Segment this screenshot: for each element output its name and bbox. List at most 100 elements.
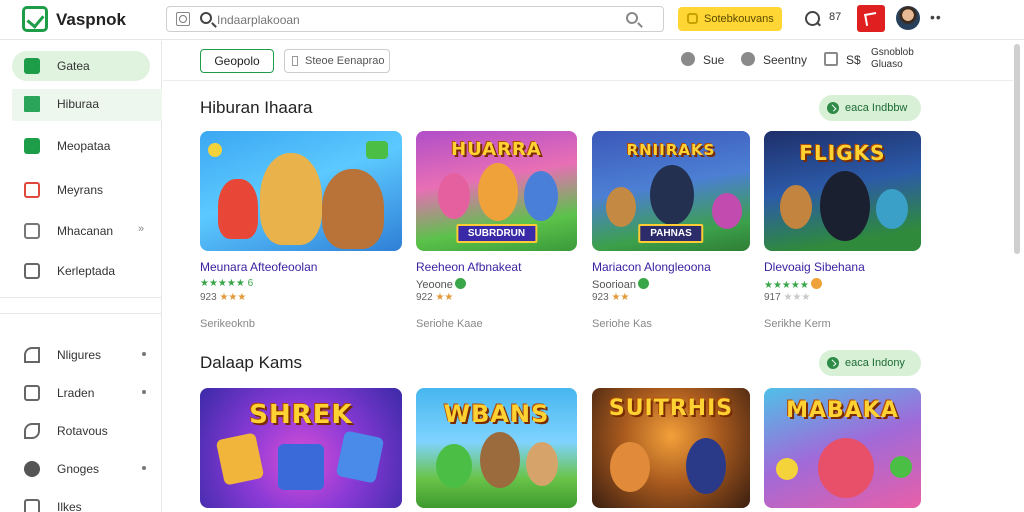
see-all-label: eaca Indbbw <box>845 102 908 114</box>
see-all-button[interactable]: eaca Indbbw <box>819 95 921 121</box>
scan-icon[interactable] <box>176 12 190 26</box>
game-thumbnail[interactable] <box>200 131 402 251</box>
character-image <box>524 171 558 221</box>
sidebar-item-mhacanan[interactable]: Mhacanan » <box>12 216 150 246</box>
language-selector[interactable]: Gsnoblob Gluaso <box>871 47 914 71</box>
game-title[interactable]: Reeheon Afbnakeat <box>416 260 521 274</box>
character-image <box>820 171 870 241</box>
sidebar-item-meyrans[interactable]: Meyrans <box>12 175 150 205</box>
sidebar-item-label: Mhacanan <box>57 224 114 238</box>
see-all-button[interactable]: eaca Indony <box>819 350 921 376</box>
chevron-right-icon[interactable]: » <box>138 223 144 235</box>
sidebar-item-kerleptada[interactable]: Kerleptada <box>12 256 150 286</box>
people-icon <box>741 52 755 66</box>
see-all-label: eaca Indony <box>845 357 905 369</box>
logo-icon[interactable] <box>22 6 48 32</box>
game-thumbnail[interactable]: FLIGKS <box>764 131 921 251</box>
star-icon: ★★★ <box>219 292 247 303</box>
sidebar-item-nligures[interactable]: Nligures <box>12 340 150 370</box>
character-image <box>606 187 636 227</box>
mail-icon <box>24 223 40 239</box>
gem-image <box>366 141 388 159</box>
sidebar-item-label: Meyrans <box>57 183 104 197</box>
nav-sue[interactable]: Sue <box>681 52 725 67</box>
tab-geopolo[interactable]: Geopolo <box>200 49 274 73</box>
sidebar-divider <box>0 313 162 314</box>
game-thumbnail[interactable]: SHREK <box>200 388 402 508</box>
game-logo: WBANS <box>443 400 550 428</box>
game-logo: MABAKA <box>786 398 899 423</box>
top-bar: Vaspnok Sotebkouvans 87 •• <box>0 0 1024 40</box>
sidebar: Gatea Hiburaa Meopataa Meyrans Mhacanan … <box>0 41 162 512</box>
sidebar-item-label: Gatea <box>57 59 90 73</box>
sidebar-item-label: Lraden <box>57 386 95 400</box>
sidebar-item-hiburaa[interactable]: Hiburaa <box>12 89 162 121</box>
check-circle-icon <box>827 357 839 369</box>
character-image <box>260 153 322 245</box>
notifications-icon[interactable] <box>805 11 820 26</box>
scrollbar[interactable] <box>1014 44 1020 254</box>
promo-flag-icon[interactable] <box>857 5 885 32</box>
character-image <box>876 189 908 229</box>
sidebar-item-lraden[interactable]: Lraden <box>12 378 150 408</box>
avatar[interactable] <box>896 6 920 30</box>
star-icon <box>687 13 698 24</box>
nav-label: Sue <box>703 53 725 67</box>
sidebar-item-label: Hiburaa <box>57 97 100 111</box>
shield-icon <box>681 52 695 66</box>
sidebar-item-meopataa[interactable]: Meopataa <box>12 131 150 161</box>
character-image <box>818 438 874 498</box>
nav-money[interactable]: S$ <box>824 52 861 67</box>
game-logo: SUITRHIS <box>608 396 734 421</box>
search-input[interactable] <box>217 11 597 29</box>
game-thumbnail[interactable]: MABAKA <box>764 388 921 508</box>
sidebar-item-ilkes[interactable]: Ilkes <box>12 492 150 512</box>
character-image <box>438 173 470 219</box>
character-image <box>480 432 520 488</box>
sidebar-item-label: Rotavous <box>57 424 108 438</box>
rating-stars: ★★★★★ <box>764 278 822 291</box>
game-title[interactable]: Mariacon Alongleoona <box>592 260 711 274</box>
verified-icon <box>454 278 466 289</box>
character-image <box>322 169 384 249</box>
star-icon: ★★ <box>611 292 630 303</box>
signal-icon <box>24 347 40 363</box>
game-meta: Seriohe Kas <box>592 318 652 330</box>
dot-icon <box>142 390 146 394</box>
window-icon <box>24 385 40 401</box>
rating-value: 922 <box>416 292 433 303</box>
sidebar-item-gatea[interactable]: Gatea <box>12 51 150 81</box>
brand-name[interactable]: Vaspnok <box>56 10 126 30</box>
game-thumbnail[interactable]: HUARRA SUBRDRUN <box>416 131 577 251</box>
game-meta: Seriohe Kaae <box>416 318 483 330</box>
tab-eenaprao[interactable]: Steoe Eenaprao <box>284 49 390 73</box>
subscribe-button[interactable]: Sotebkouvans <box>678 7 782 31</box>
game-thumbnail[interactable]: RNIIRAKS PAHNAS <box>592 131 750 251</box>
character-image <box>436 444 472 488</box>
nav-seentny[interactable]: Seentny <box>741 52 808 67</box>
tab-label: Steoe Eenaprao <box>305 55 385 67</box>
award-icon <box>810 278 822 289</box>
coin-image <box>208 143 222 157</box>
rating-stars: ★★★★★ 6 <box>200 278 254 289</box>
notification-count: 87 <box>829 11 842 23</box>
rating-count: 923 ★★★ <box>200 292 246 303</box>
search-bar[interactable] <box>166 6 664 32</box>
dot-icon <box>142 466 146 470</box>
game-thumbnail[interactable]: SUITRHIS <box>592 388 750 508</box>
sidebar-item-rotavous[interactable]: Rotavous <box>12 416 150 446</box>
game-thumbnail[interactable]: WBANS <box>416 388 577 508</box>
calendar-icon <box>24 182 40 198</box>
sidebar-item-label: Meopataa <box>57 139 111 153</box>
nav-label: Seentny <box>763 53 808 67</box>
search-submit-icon[interactable] <box>626 12 638 24</box>
game-title[interactable]: Dlevoaig Sibehana <box>764 260 865 274</box>
rating-value: 923 <box>200 292 217 303</box>
game-banner: SUBRDRUN <box>455 224 538 243</box>
coin-image <box>890 456 912 478</box>
dot-icon <box>142 352 146 356</box>
more-options-icon[interactable]: •• <box>930 9 942 25</box>
game-title[interactable]: Meunara Afteofeoolan <box>200 260 317 274</box>
sidebar-item-gnoges[interactable]: Gnoges <box>12 454 150 484</box>
rating-count: 922 ★★ <box>416 292 453 303</box>
